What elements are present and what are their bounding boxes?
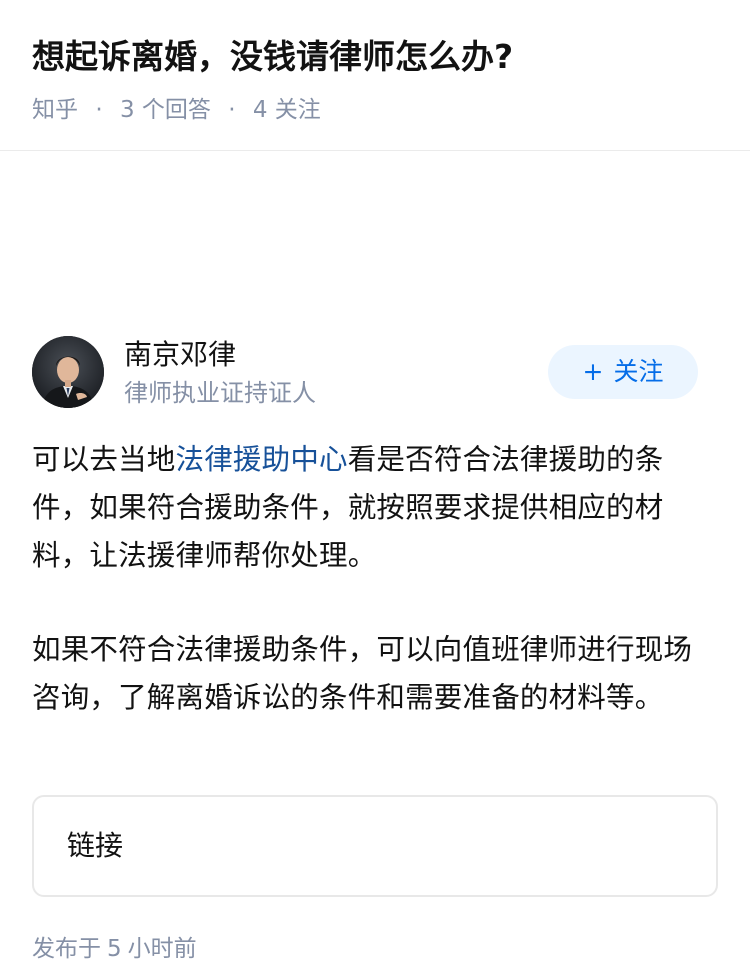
publish-prefix: 发布于	[32, 936, 101, 962]
meta-separator: ·	[95, 97, 103, 123]
answer-paragraph: 如果不符合法律援助条件，可以向值班律师进行现场咨询，了解离婚诉讼的条件和需要准备…	[32, 633, 693, 714]
follow-button[interactable]: + 关注	[548, 345, 698, 399]
followers-label: 关注	[274, 97, 321, 123]
link-card-title: 链接	[67, 829, 124, 862]
legal-aid-center-link[interactable]: 法律援助中心	[176, 443, 348, 476]
answer-paragraph: 可以去当地法律援助中心看是否符合法律援助的条件，如果符合援助条件，就按照要求提供…	[32, 436, 718, 580]
question-title[interactable]: 想起诉离婚，没钱请律师怎么办?	[32, 32, 513, 82]
question-header: 想起诉离婚，没钱请律师怎么办? 知乎 · 3 个回答 · 4 关注	[0, 0, 750, 151]
answers-label: 个回答	[141, 97, 211, 123]
source-label[interactable]: 知乎	[32, 97, 78, 123]
publish-unit: 小时前	[127, 936, 197, 962]
follow-label: 关注	[613, 357, 664, 386]
meta-separator: ·	[228, 97, 236, 123]
answer-content: 可以去当地法律援助中心看是否符合法律援助的条件，如果符合援助条件，就按照要求提供…	[32, 436, 718, 768]
publish-amount: 5	[107, 936, 122, 962]
followers-count: 4	[252, 97, 268, 123]
avatar[interactable]	[32, 336, 104, 408]
avatar-image	[32, 336, 104, 408]
answer-text: 可以去当地	[32, 443, 176, 476]
plus-icon: +	[582, 357, 604, 386]
author-info: 南京邓律 律师执业证持证人 + 关注	[32, 335, 718, 411]
question-meta: 知乎 · 3 个回答 · 4 关注	[32, 92, 321, 128]
publish-time: 发布于 5 小时前	[32, 931, 197, 967]
answers-count: 3	[119, 97, 135, 123]
author-headline: 律师执业证持证人	[124, 379, 316, 407]
author-name[interactable]: 南京邓律	[124, 335, 236, 375]
link-card[interactable]: 链接	[32, 795, 718, 897]
